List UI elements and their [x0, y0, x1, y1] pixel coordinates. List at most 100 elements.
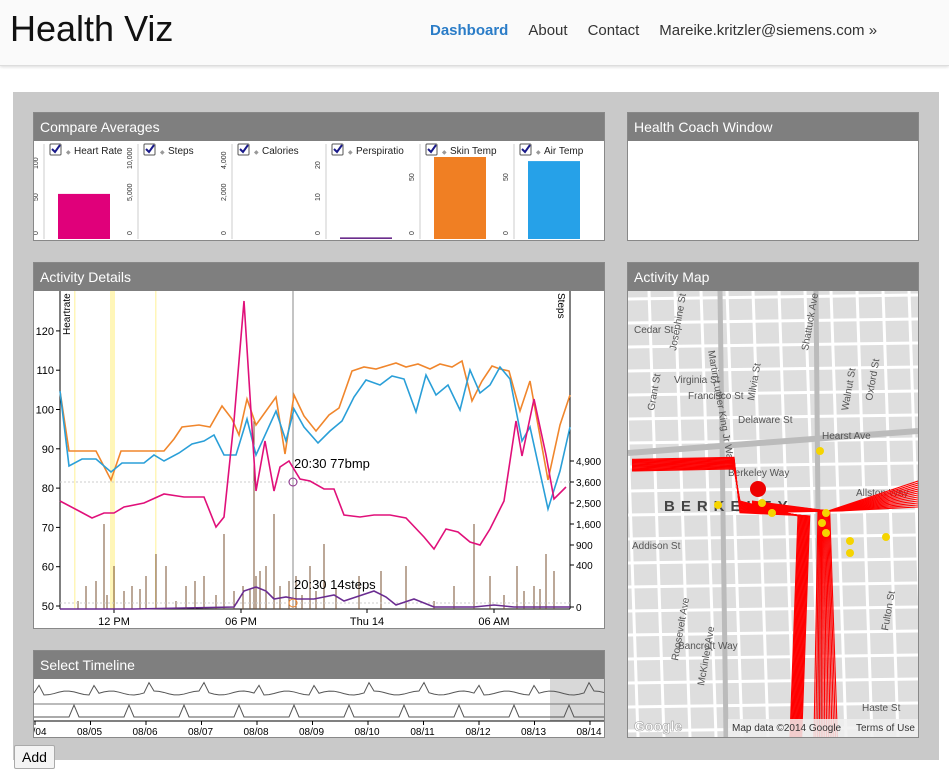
street-label: Berkeley Way: [728, 468, 789, 479]
add-button[interactable]: Add: [14, 745, 55, 769]
compare-item: ◆ Steps 10,000 5,000 0: [127, 143, 194, 239]
compare-item: ◆ Skin Temp 50 0: [409, 143, 497, 239]
hr-annotation: 20:30 77bmp: [294, 456, 370, 471]
droplet-icon: ◆: [348, 150, 353, 156]
nav-dashboard[interactable]: Dashboard: [420, 22, 518, 39]
compare-tick: 0: [127, 231, 134, 235]
health-coach-panel: Health Coach Window: [627, 112, 919, 241]
right-axis-label: Steps: [555, 293, 566, 319]
current-location-marker: [750, 481, 766, 497]
select-timeline-title: Select Timeline: [34, 651, 604, 679]
compare-label: Steps: [168, 146, 194, 157]
compare-tick: 2,000: [221, 183, 228, 201]
timeline-tick-label: 08/13: [521, 727, 546, 737]
timeline-tick-label: 08/06: [132, 727, 157, 737]
poi-marker[interactable]: [818, 519, 826, 527]
compare-tick: 0: [221, 231, 228, 235]
compare-item: ◆ Calories 4,000 2,000 0: [221, 143, 299, 239]
timeline-tick-label: 08/05: [77, 727, 102, 737]
compare-tick: 0: [503, 231, 510, 235]
poi-marker[interactable]: [846, 537, 854, 545]
activity-highlight: [74, 291, 76, 609]
compare-item: ◆ Perspiratio 20 10 0: [315, 143, 404, 239]
compare-tick: 50: [503, 173, 510, 181]
x-tick-label: 12 PM: [98, 616, 130, 628]
compare-bar: [434, 157, 486, 239]
activity-highlight: [112, 291, 114, 609]
nav-contact[interactable]: Contact: [578, 22, 650, 39]
left-tick-label: 100: [36, 405, 54, 417]
right-tick-label: 3,600: [576, 478, 601, 489]
timeline-tick-label: 08/14: [576, 727, 601, 737]
thermometer-icon: ◆: [536, 150, 541, 156]
poi-marker[interactable]: [768, 509, 776, 517]
left-axis-label: Heartrate: [62, 293, 73, 335]
timeline-heart-series: [34, 681, 604, 696]
compare-tick: 10: [315, 193, 322, 201]
activity-chart[interactable]: Heartrate Steps 120 110 100 90 80 70 60 50 4,900 3,…: [34, 291, 604, 628]
timeline-steps-series: [34, 703, 604, 718]
timeline-tick-label: 08/10: [354, 727, 379, 737]
right-tick-label: 0: [576, 603, 582, 614]
right-tick-label: 4,900: [576, 457, 601, 468]
x-tick-label: 06 PM: [225, 616, 257, 628]
poi-marker[interactable]: [822, 529, 830, 537]
left-tick-label: 50: [42, 601, 54, 613]
compare-bar: [340, 237, 392, 239]
gps-track: [821, 510, 824, 737]
map-attribution: Map data ©2014 Google: [732, 723, 842, 734]
compare-item: ◆Heart Rate 100 50 0: [34, 143, 123, 239]
timeline-brush-selection[interactable]: [550, 679, 604, 721]
app-title[interactable]: Health Viz: [10, 8, 173, 50]
compare-averages-title: Compare Averages: [34, 113, 604, 141]
steps-annotation: 20:30 14steps: [294, 577, 376, 592]
compare-label: Air Temp: [544, 146, 584, 157]
compare-tick: 5,000: [127, 183, 134, 201]
compare-tick: 0: [409, 231, 416, 235]
map-terms-link[interactable]: Terms of Use: [856, 723, 915, 734]
compare-tick: 50: [34, 193, 40, 201]
nav-about[interactable]: About: [518, 22, 577, 39]
compare-tick: 10,000: [127, 147, 134, 169]
activity-details-panel: Activity Details Heartrate Steps 120 110 100…: [33, 262, 605, 629]
poi-marker[interactable]: [822, 509, 830, 517]
nav-user-menu[interactable]: Mareike.kritzler@siemens.com »: [649, 22, 887, 39]
compare-tick: 0: [315, 231, 322, 235]
poi-marker[interactable]: [714, 501, 722, 509]
activity-map[interactable]: Cedar StVirginia StFrancisco StDelaware …: [628, 291, 918, 737]
flame-icon: ◆: [254, 150, 259, 156]
compare-tick: 0: [34, 231, 40, 235]
navbar: Health Viz Dashboard About Contact Marei…: [0, 0, 949, 66]
street-label: Cedar St: [634, 325, 674, 336]
compare-tick: 4,000: [221, 151, 228, 169]
left-tick-label: 120: [36, 326, 54, 338]
thermometer-icon: ◆: [442, 150, 447, 156]
left-tick-label: 70: [42, 522, 54, 534]
poi-marker[interactable]: [882, 533, 890, 541]
left-tick-label: 60: [42, 562, 54, 574]
x-tick-label: Thu 14: [350, 616, 384, 628]
poi-marker[interactable]: [758, 499, 766, 507]
timeline-brush[interactable]: 08/04 08/05 08/06 08/07 08/08 08/09 08/10 08/11…: [34, 679, 604, 737]
compare-tick: 20: [315, 161, 322, 169]
compare-item: ◆ Air Temp 50 0: [503, 143, 584, 239]
activity-map-title: Activity Map: [628, 263, 918, 291]
compare-bar: [528, 161, 580, 239]
heart-rate-line: [59, 300, 567, 551]
left-tick-label: 80: [42, 483, 54, 495]
street-label: Delaware St: [738, 415, 793, 426]
heart-icon: ◆: [66, 150, 71, 156]
left-tick-label: 110: [36, 365, 54, 377]
poi-marker[interactable]: [846, 549, 854, 557]
right-tick-label: 900: [576, 541, 593, 552]
compare-bar: [58, 193, 110, 239]
google-logo: Google: [634, 718, 682, 734]
timeline-tick-label: 08/07: [188, 727, 213, 737]
right-tick-label: 2,500: [576, 499, 601, 510]
air-temp-line: [59, 365, 571, 513]
timeline-tick-label: 08/12: [465, 727, 490, 737]
poi-marker[interactable]: [816, 447, 824, 455]
left-tick-label: 90: [42, 444, 54, 456]
compare-tick: 50: [409, 173, 416, 181]
street-label: Hearst Ave: [822, 431, 871, 442]
